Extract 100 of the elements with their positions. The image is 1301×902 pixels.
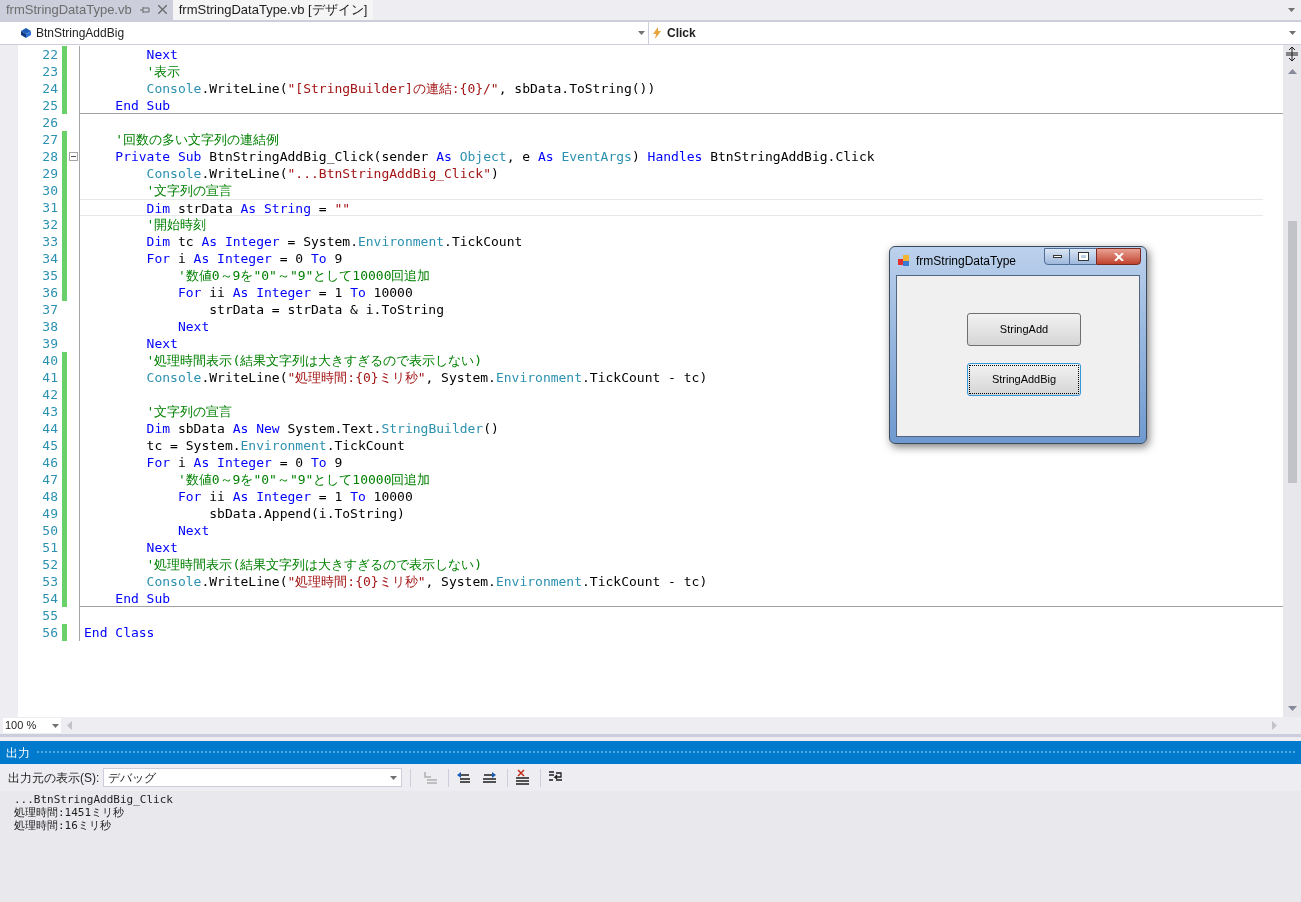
code-line: '文字列の宣言 <box>145 404 233 419</box>
line-number: 35 <box>41 267 58 284</box>
line-number: 24 <box>41 80 58 97</box>
code-line: Next <box>145 336 178 351</box>
code-line: Private Sub BtnStringAddBig_Click(sender As Object, e As EventArgs) Handles BtnStringAddBig.Click <box>114 149 875 164</box>
line-number: 44 <box>41 420 58 437</box>
line-number: 48 <box>41 488 58 505</box>
code-line: sbData.Append(i.ToString) <box>208 506 405 521</box>
code-line: '回数の多い文字列の連結例 <box>114 132 280 147</box>
right-arrow-lines-icon <box>480 769 498 786</box>
source-label: 出力元の表示(S): <box>8 769 100 787</box>
line-number: 47 <box>41 471 58 488</box>
form-icon <box>898 255 910 267</box>
class-icon <box>20 27 32 39</box>
caret-icon <box>1289 31 1296 35</box>
scroll-up-icon[interactable] <box>1287 69 1297 74</box>
line-number: 22 <box>41 46 58 63</box>
line-number: 34 <box>41 250 58 267</box>
zoom-dropdown[interactable]: 100 % <box>3 718 61 733</box>
line-number: 54 <box>41 590 58 607</box>
tab-label: frmStringDataType.vb <box>6 0 132 19</box>
code-line: End Class <box>84 625 155 640</box>
code-line: For i As Integer = 0 To 9 <box>145 455 343 470</box>
clear-all-icon <box>513 769 531 786</box>
scroll-down-icon[interactable] <box>1287 706 1297 711</box>
tab-list-caret-icon <box>1288 7 1295 12</box>
arrow-lines-icon <box>421 769 439 786</box>
code-line: Console.WriteLine("[StringBuilder]の連結:{0}/", sbData.ToString()) <box>145 81 656 96</box>
code-line: '開始時刻 <box>145 217 207 232</box>
line-number: 33 <box>41 233 58 250</box>
scroll-thumb[interactable] <box>1287 221 1297 483</box>
line-number: 26 <box>41 114 58 131</box>
code-line: '文字列の宣言 <box>145 183 233 198</box>
line-number: 31 <box>41 199 58 216</box>
code-line: End Sub <box>114 591 171 606</box>
code-line: strData = strData & i.ToString <box>208 302 445 317</box>
line-number: 55 <box>41 607 58 624</box>
split-icon[interactable] <box>1286 47 1298 61</box>
line-number: 38 <box>41 318 58 335</box>
window-title: frmStringDataType <box>916 253 1018 270</box>
output-line: 処理時間:1451ミリ秒 <box>14 806 126 819</box>
code-line: '数値0～9を"0"～"9"として10000回追加 <box>176 268 431 283</box>
code-line: '表示 <box>145 64 181 79</box>
line-number: 32 <box>41 216 58 233</box>
code-line: Next <box>145 540 178 555</box>
code-line: '処理時間表示(結果文字列は大きすぎるので表示しない) <box>145 557 483 572</box>
method-dropdown[interactable]: Click <box>649 22 1301 44</box>
line-number: 56 <box>41 624 58 641</box>
line-number: 40 <box>41 352 58 369</box>
line-number: 51 <box>41 539 58 556</box>
close-icon <box>157 5 167 14</box>
collapse-icon[interactable] <box>68 152 78 161</box>
pin-icon <box>139 5 150 14</box>
vertical-scrollbar[interactable] <box>1283 45 1301 717</box>
line-number: 49 <box>41 505 58 522</box>
code-line: Next <box>176 319 210 334</box>
code-line: '数値0～9を"0"～"9"として10000回追加 <box>176 472 431 487</box>
form-button[interactable]: StringAdd <box>967 313 1081 346</box>
close-button[interactable] <box>1096 248 1141 265</box>
output-line: 処理時間:16ミリ秒 <box>14 819 112 832</box>
panel-title: 出力 <box>6 744 30 762</box>
code-line: Dim tc As Integer = System.Environment.TickCount <box>145 234 523 249</box>
output-line: ...BtnStringAddBig_Click <box>14 793 174 806</box>
line-number: 46 <box>41 454 58 471</box>
code-line: For ii As Integer = 1 To 10000 <box>176 489 413 504</box>
lightning-icon <box>653 27 661 39</box>
line-number: 53 <box>41 573 58 590</box>
line-number: 25 <box>41 97 58 114</box>
code-line: Next <box>145 47 178 62</box>
line-number: 52 <box>41 556 58 573</box>
line-number: 27 <box>41 131 58 148</box>
source-dropdown[interactable]: デバッグ <box>103 768 403 787</box>
code-line: Console.WriteLine("処理時間:{0}ミリ秒", System.Environment.TickCount - tc) <box>145 370 708 385</box>
line-number: 41 <box>41 369 58 386</box>
class-dropdown[interactable]: BtnStringAddBig <box>0 22 649 44</box>
caret-icon <box>390 775 398 780</box>
close-icon <box>1113 252 1124 261</box>
line-number: 28 <box>41 148 58 165</box>
line-number: 43 <box>41 403 58 420</box>
code-line: '処理時間表示(結果文字列は大きすぎるので表示しない) <box>145 353 483 368</box>
code-line: tc = System.Environment.TickCount <box>145 438 405 453</box>
caret-icon <box>638 31 645 35</box>
code-line: Console.WriteLine("処理時間:{0}ミリ秒", System.Environment.TickCount - tc) <box>145 574 708 589</box>
caret-icon <box>52 723 59 728</box>
code-line: Dim strData As String = "" <box>145 201 351 216</box>
line-number: 42 <box>41 386 58 403</box>
line-number: 30 <box>41 182 58 199</box>
maximize-button[interactable] <box>1070 248 1096 265</box>
line-number: 23 <box>41 63 58 80</box>
code-line: End Sub <box>114 98 171 113</box>
form-button[interactable]: StringAddBig <box>967 363 1081 396</box>
minimize-button[interactable] <box>1044 248 1070 265</box>
line-number: 39 <box>41 335 58 352</box>
code-line: Console.WriteLine("...BtnStringAddBig_Click") <box>145 166 499 181</box>
line-number: 45 <box>41 437 58 454</box>
line-number: 50 <box>41 522 58 539</box>
code-line: Next <box>176 523 210 538</box>
code-line: For ii As Integer = 1 To 10000 <box>176 285 413 300</box>
line-number: 29 <box>41 165 58 182</box>
code-line: For i As Integer = 0 To 9 <box>145 251 343 266</box>
